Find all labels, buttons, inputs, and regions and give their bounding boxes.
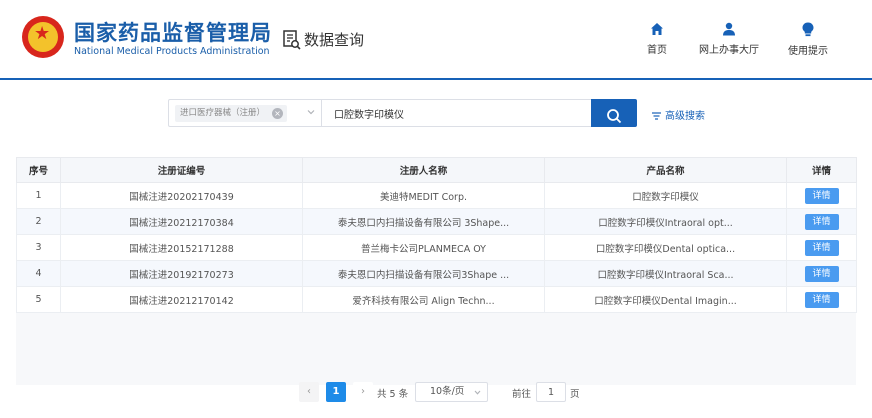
cell-registrant: 美迪特MEDIT Corp. (302, 182, 545, 209)
nav-online-hall[interactable]: 网上办事大厅 (694, 22, 764, 56)
detail-button[interactable]: 详情 (804, 291, 839, 308)
page-size-value: 10条/页 (430, 386, 465, 397)
total-count: 共 5 条 (377, 389, 409, 400)
col-header-product: 产品名称 (544, 157, 787, 183)
search-input[interactable] (322, 99, 592, 127)
cell-reg-no: 国械注进20152171288 (60, 234, 303, 261)
tag-close-icon[interactable]: × (272, 108, 284, 119)
cell-no: 4 (16, 260, 61, 287)
lightbulb-icon (802, 22, 814, 37)
nav-home[interactable]: 首页 (622, 22, 692, 56)
col-header-no: 序号 (16, 157, 61, 183)
chevron-down-icon (307, 110, 315, 115)
cell-registrant: 爱齐科技有限公司 Align Techn... (302, 286, 545, 313)
cell-registrant: 泰夫恩口内扫描设备有限公司 3Shape... (302, 208, 545, 235)
advanced-search-link[interactable]: 高级搜索 (652, 107, 705, 122)
table-row[interactable]: 4 国械注进20192170273 泰夫恩口内扫描设备有限公司3Shape ..… (16, 260, 857, 287)
search-button[interactable] (591, 99, 637, 127)
cell-product: 口腔数字印模仪Intraoral opt... (544, 208, 787, 235)
table-row[interactable]: 5 国械注进20212170142 爱齐科技有限公司 Align Techn..… (16, 286, 857, 313)
cell-no: 5 (16, 286, 61, 313)
table-row[interactable]: 1 国械注进20202170439 美迪特MEDIT Corp. 口腔数字印模仪… (16, 182, 857, 209)
category-tag: 进口医疗器械（注册） × (175, 105, 288, 122)
cell-detail: 详情 (786, 234, 857, 261)
cell-reg-no: 国械注进20202170439 (60, 182, 303, 209)
cell-product: 口腔数字印模仪Dental Imagin... (544, 286, 787, 313)
cell-no: 3 (16, 234, 61, 261)
cell-registrant: 普兰梅卡公司PLANMECA OY (302, 234, 545, 261)
goto-label: 前往 (512, 389, 532, 400)
table-header-row: 序号 注册证编号 注册人名称 产品名称 详情 (16, 157, 857, 183)
nav-usage-tips-label: 使用提示 (788, 46, 828, 57)
nav-online-hall-label: 网上办事大厅 (699, 45, 759, 56)
chevron-down-icon (474, 390, 481, 395)
prev-page-button[interactable]: ‹ (299, 382, 319, 402)
search-icon (607, 109, 622, 124)
cell-reg-no: 国械注进20192170273 (60, 260, 303, 287)
home-icon (651, 23, 663, 35)
cell-no: 2 (16, 208, 61, 235)
site-header: 国家药品监督管理局 National Medical Products Admi… (0, 0, 872, 80)
detail-button[interactable]: 详情 (804, 239, 839, 256)
next-page-button[interactable]: › (353, 382, 373, 402)
site-title-en[interactable]: National Medical Products Administration (74, 46, 270, 57)
page-size-select[interactable]: 10条/页 (415, 382, 488, 402)
site-title-cn[interactable]: 国家药品监督管理局 (74, 17, 272, 47)
cell-detail: 详情 (786, 286, 857, 313)
cell-detail: 详情 (786, 182, 857, 209)
cell-product: 口腔数字印模仪Intraoral Sca... (544, 260, 787, 287)
cell-detail: 详情 (786, 208, 857, 235)
cell-no: 1 (16, 182, 61, 209)
col-header-registrant: 注册人名称 (302, 157, 545, 183)
cell-reg-no: 国械注进20212170384 (60, 208, 303, 235)
nav-usage-tips[interactable]: 使用提示 (773, 22, 843, 57)
national-emblem-icon (22, 16, 64, 58)
table-row[interactable]: 3 国械注进20152171288 普兰梅卡公司PLANMECA OY 口腔数字… (16, 234, 857, 261)
filter-lines-icon (652, 112, 661, 120)
results-table: 序号 注册证编号 注册人名称 产品名称 详情 1 国械注进20202170439… (16, 157, 857, 313)
page-unit-label: 页 (570, 389, 580, 400)
cell-detail: 详情 (786, 260, 857, 287)
cell-product: 口腔数字印模仪 (544, 182, 787, 209)
user-icon (723, 22, 735, 36)
page-title: 数据查询 (304, 31, 365, 49)
page-1-button[interactable]: 1 (326, 382, 346, 402)
col-header-detail: 详情 (786, 157, 857, 183)
cell-product: 口腔数字印模仪Dental optica... (544, 234, 787, 261)
table-row[interactable]: 2 国械注进20212170384 泰夫恩口内扫描设备有限公司 3Shape..… (16, 208, 857, 235)
cell-registrant: 泰夫恩口内扫描设备有限公司3Shape ... (302, 260, 545, 287)
detail-button[interactable]: 详情 (804, 187, 839, 204)
category-tag-label: 进口医疗器械（注册） (180, 108, 266, 118)
category-select[interactable]: 进口医疗器械（注册） × (168, 99, 322, 127)
goto-page-input[interactable] (536, 382, 566, 402)
data-query-icon (283, 30, 301, 50)
col-header-reg-no: 注册证编号 (60, 157, 303, 183)
detail-button[interactable]: 详情 (804, 213, 839, 230)
advanced-search-label: 高级搜索 (665, 111, 705, 122)
detail-button[interactable]: 详情 (804, 265, 839, 282)
nav-home-label: 首页 (647, 45, 667, 56)
cell-reg-no: 国械注进20212170142 (60, 286, 303, 313)
